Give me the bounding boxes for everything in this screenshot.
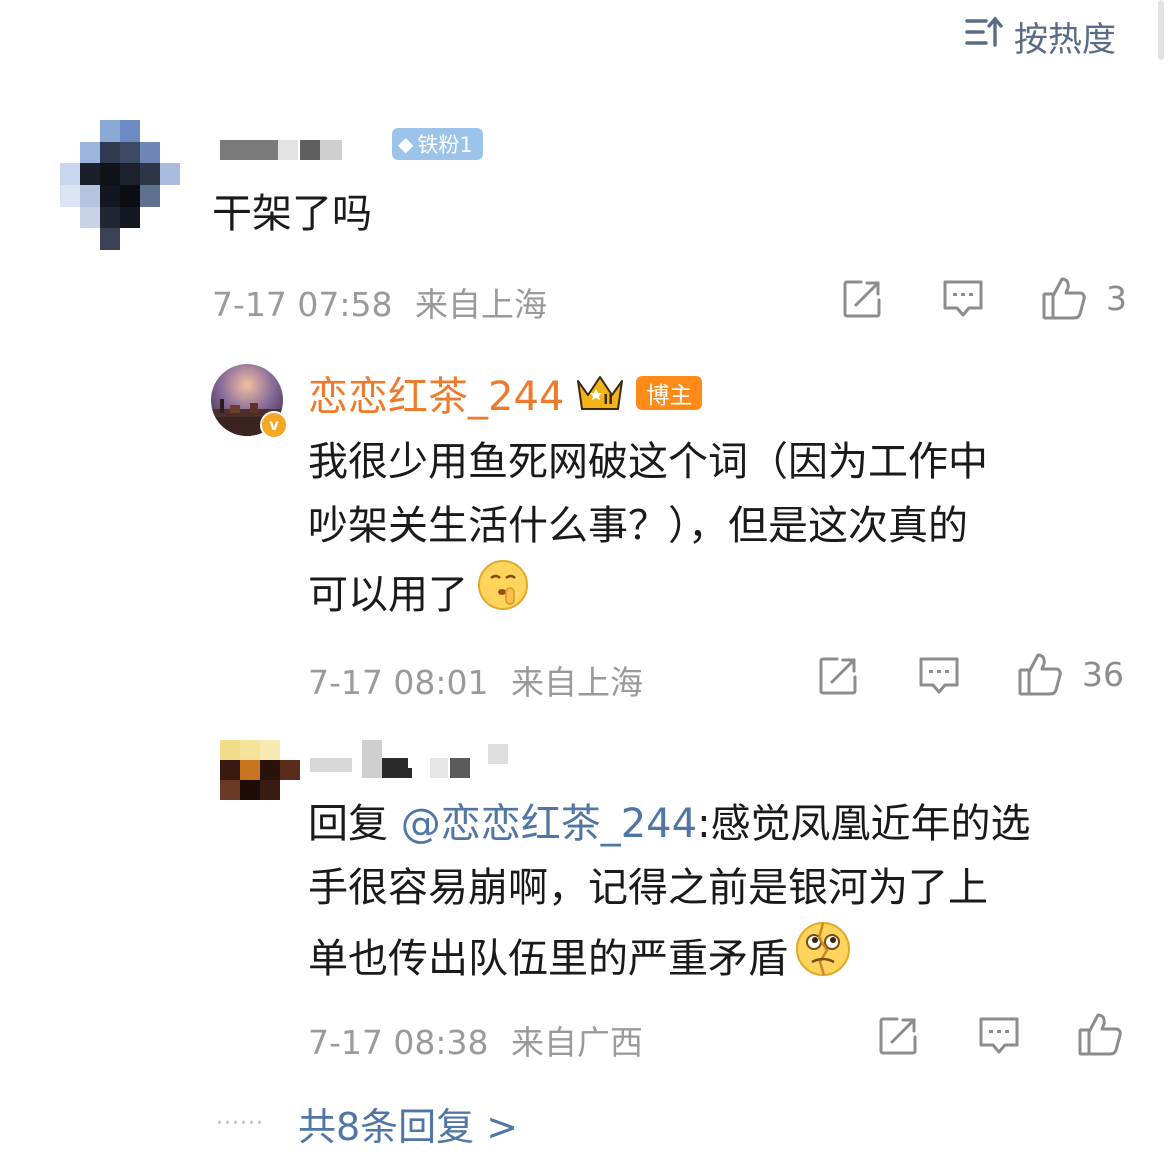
- like-count: 3: [1106, 278, 1127, 318]
- reply-meta: 7-17 08:01 来自上海: [308, 656, 643, 704]
- sort-by-hot-button[interactable]: 按热度: [964, 14, 1116, 60]
- verified-badge: v: [260, 411, 288, 439]
- reply-time: 7-17 08:38: [308, 1023, 489, 1062]
- sort-hot-icon: [964, 15, 1004, 58]
- comment-button[interactable]: [941, 277, 985, 321]
- reply-prefix: 回复: [308, 801, 388, 847]
- share-button[interactable]: [876, 1014, 920, 1058]
- thumbs-up-icon: [1042, 277, 1086, 320]
- sort-label: 按热度: [1014, 19, 1116, 60]
- reply-text: 回复 @恋恋红茶_244:感觉凤凰近年的选 手很容易崩啊，记得之前是银河为了上 …: [308, 792, 1031, 997]
- username-pixelated[interactable]: [310, 740, 520, 778]
- like-button[interactable]: [1076, 1010, 1142, 1058]
- username-pixelated[interactable]: [220, 140, 342, 160]
- comment-icon: [943, 280, 983, 317]
- avatar[interactable]: [220, 740, 300, 800]
- share-icon: [819, 657, 857, 695]
- reply-line: 手很容易崩啊，记得之前是银河为了上: [308, 865, 988, 911]
- reply-line-last: 可以用了: [308, 558, 988, 631]
- broken-face-emoji: [794, 920, 852, 997]
- scrollbar[interactable]: [1158, 0, 1164, 60]
- comment-button[interactable]: [977, 1014, 1021, 1058]
- comment-button[interactable]: [917, 654, 961, 698]
- reply-line: :感觉凤凰近年的选: [697, 801, 1031, 847]
- like-button[interactable]: 36: [1016, 650, 1124, 698]
- share-button[interactable]: [840, 277, 884, 321]
- share-icon: [843, 280, 881, 318]
- more-replies-link[interactable]: 共8条回复 >: [298, 1096, 518, 1151]
- dots-divider: ······: [216, 1111, 264, 1136]
- comment-text: 干架了吗: [212, 191, 372, 237]
- crown-icon: II: [574, 371, 626, 415]
- comment-meta: 7-17 07:58 来自上海: [212, 278, 547, 326]
- mention-link[interactable]: @恋恋红茶_244: [401, 801, 697, 847]
- reply-text: 我很少用鱼死网破这个词（因为工作中 吵架关生活什么事？），但是这次真的 可以用了: [308, 430, 988, 631]
- thumbs-up-icon: [1018, 653, 1062, 696]
- comment-location: 来自上海: [415, 285, 547, 324]
- thumbs-up-icon: [1078, 1013, 1122, 1056]
- reply-header: 恋恋红茶_244 II 博主: [308, 364, 703, 422]
- more-replies[interactable]: ······ 共8条回复 >: [216, 1096, 518, 1151]
- reply-location: 来自广西: [511, 1023, 643, 1062]
- reply-line: 我很少用鱼死网破这个词（因为工作中: [308, 439, 988, 485]
- reply-time: 7-17 08:01: [308, 663, 489, 702]
- reply-line-last: 单也传出队伍里的严重矛盾: [308, 920, 1031, 997]
- comment-icon: [919, 657, 959, 694]
- comment-time: 7-17 07:58: [212, 285, 393, 324]
- host-badge: 博主: [636, 376, 703, 410]
- reply-meta: 7-17 08:38 来自广西: [308, 1016, 643, 1064]
- reply-line: 吵架关生活什么事？），但是这次真的: [308, 503, 968, 549]
- reply-first-line: 回复 @恋恋红茶_244:感觉凤凰近年的选: [308, 792, 1031, 856]
- like-count: 36: [1082, 654, 1124, 694]
- like-button[interactable]: 3: [1040, 274, 1127, 322]
- reply-location: 来自上海: [511, 663, 643, 702]
- comment-icon: [979, 1017, 1019, 1054]
- share-button[interactable]: [816, 654, 860, 698]
- host-avatar[interactable]: v: [210, 363, 288, 439]
- reply-line: 单也传出队伍里的严重矛盾: [308, 935, 788, 982]
- fan-badge-label: 铁粉1: [417, 133, 473, 157]
- share-icon: [879, 1017, 917, 1055]
- diamond-icon: ◆: [398, 132, 414, 156]
- shush-emoji: [476, 558, 530, 631]
- fan-badge: ◆ 铁粉1: [392, 128, 483, 160]
- avatar[interactable]: [60, 120, 180, 250]
- crown-level: II: [603, 393, 614, 408]
- reply-line: 可以用了: [308, 571, 468, 618]
- host-username[interactable]: 恋恋红茶_244: [308, 364, 564, 422]
